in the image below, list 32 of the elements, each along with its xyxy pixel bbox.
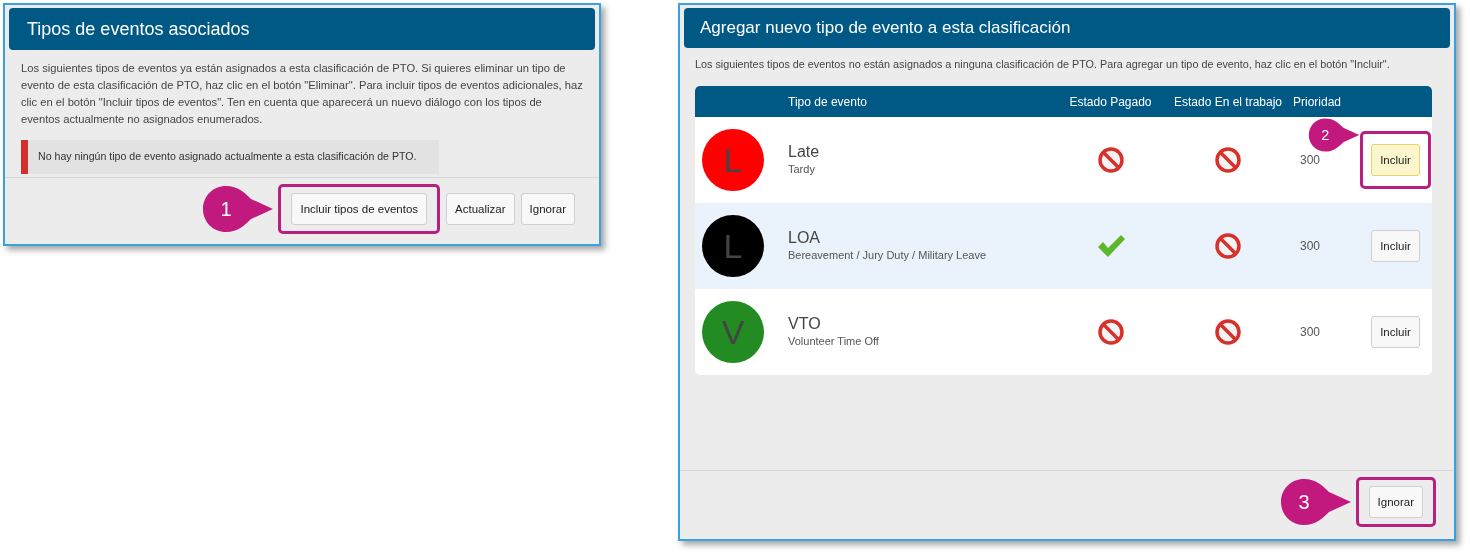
callout-marker: 3 [1278, 477, 1353, 527]
event-description: Bereavement / Jury Duty / Military Leave [788, 248, 988, 264]
event-description: Tardy [788, 162, 816, 178]
button[interactable]: Incluir [1371, 144, 1420, 176]
table-row[interactable]: V VTO Volunteer Time Off 300 Incluir [695, 289, 1432, 375]
button[interactable]: Incluir [1371, 230, 1420, 262]
description-text: Los siguientes tipos de eventos ya están asignados a esta clasificación de PTO. Si quieres eliminar un tipo de evento de esta clasificación de PTO, haz clic en el botón "Eliminar". Para incluir tipos de eventos adicionales, haz clic en el botón "Incluir tipos de eventos". Ten en cuenta que aparecerá un nuevo diálogo con los tipos de eventos actualmente no asignados enumerados. [21, 61, 583, 127]
button[interactable]: Actualizar [446, 193, 515, 225]
priority-value: 300 [1300, 239, 1321, 253]
event-name: LOA [788, 228, 821, 248]
table-row[interactable]: L LOA Bereavement / Jury Duty / Military Leave 300 Incluir [695, 203, 1432, 289]
avatar-circle: L [702, 129, 764, 191]
avatar-circle: L [702, 215, 764, 277]
event-description: Volunteer Time Off [788, 334, 880, 350]
table-row[interactable]: L Late Tardy 300 2 Incluir [695, 117, 1432, 203]
priority-value: 300 [1300, 153, 1321, 167]
avatar-circle: V [702, 301, 764, 363]
column-header: Estado Pagado [1069, 95, 1152, 109]
priority-value: 300 [1300, 325, 1321, 339]
column-header: Tipo de evento [788, 95, 867, 109]
column-header: Estado En el trabajo [1173, 95, 1283, 109]
button[interactable]: Ignorar [520, 193, 575, 225]
button[interactable]: Ignorar [1368, 486, 1423, 518]
column-header: Prioridad [1293, 95, 1342, 109]
button[interactable]: Incluir tipos de eventos [291, 193, 428, 225]
alert-message: No hay ningún tipo de evento asignado actualmente a esta clasificación de PTO. [21, 140, 439, 174]
dialog-title: Agregar nuevo tipo de evento a esta clasificación [684, 8, 1450, 48]
description-text: Los siguientes tipos de eventos no están asignados a ninguna clasificación de PTO. Para agregar un tipo de evento, haz clic en el botón "Incluir". [695, 57, 1391, 72]
event-name: VTO [788, 314, 822, 334]
event-name: Late [788, 142, 821, 162]
dialog-title: Tipos de eventos asociados [9, 8, 595, 50]
button[interactable]: Incluir [1371, 316, 1420, 348]
